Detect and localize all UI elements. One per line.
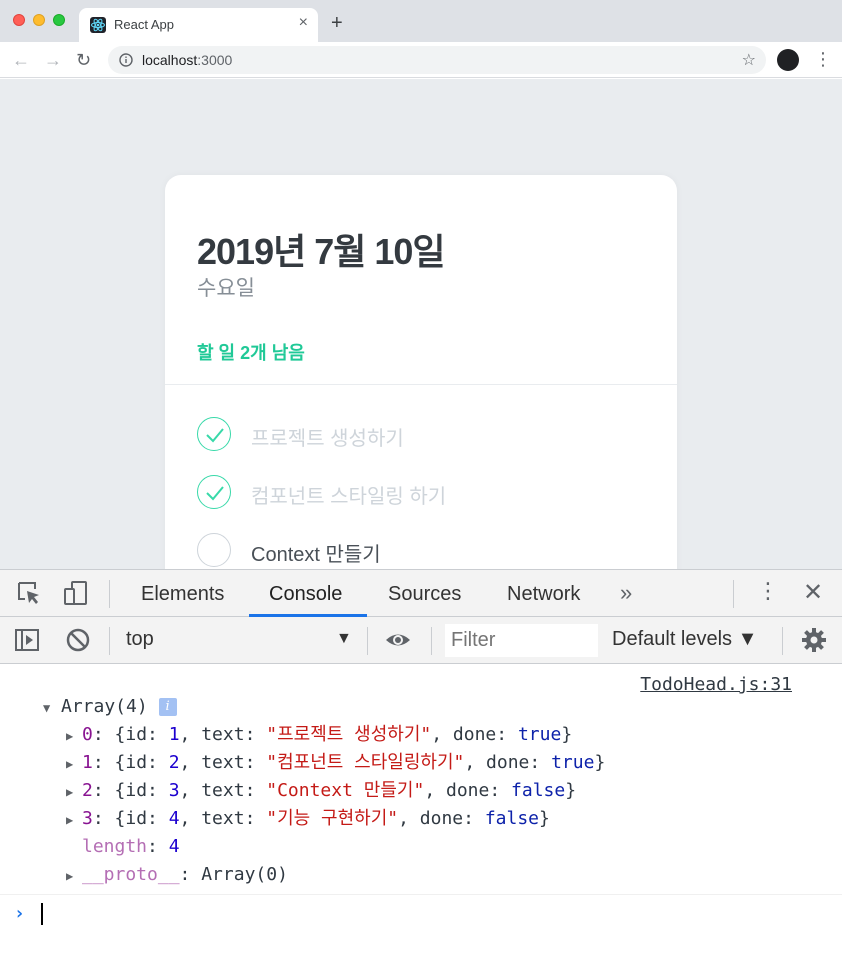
close-devtools-icon[interactable]: ✕ — [803, 578, 823, 607]
tab-close-icon[interactable]: × — [299, 14, 308, 32]
url-input[interactable]: localhost:3000 ☆ — [108, 46, 766, 74]
devtools-panel: Elements Console Sources Network » ⋮ ✕ t… — [0, 569, 842, 967]
new-tab-button[interactable]: + — [331, 12, 343, 34]
console-prompt[interactable]: › — [0, 894, 842, 934]
toolbar-divider — [109, 627, 110, 655]
clear-console-icon[interactable] — [65, 627, 91, 653]
tab-title: React App — [114, 17, 174, 32]
show-sidebar-icon[interactable] — [14, 627, 40, 653]
context-selector[interactable]: top — [126, 628, 154, 651]
tab-network[interactable]: Network — [507, 583, 580, 606]
console-toolbar: top ▼ Default levels ▼ — [0, 617, 842, 664]
address-bar: ← → ↻ localhost:3000 ☆ ⋮ — [0, 42, 842, 78]
toolbar-divider — [367, 627, 368, 655]
collapsed-triangle-icon[interactable]: ▶ — [66, 757, 73, 771]
todo-text: 프로젝트 생성하기 — [251, 428, 404, 450]
gear-icon[interactable] — [801, 627, 827, 653]
todo-item: 컴포넌트 스타일링 하기 — [197, 475, 637, 509]
more-tabs-icon[interactable]: » — [620, 580, 632, 606]
device-toolbar-icon[interactable] — [63, 580, 89, 606]
browser-menu-icon[interactable]: ⋮ — [814, 49, 832, 69]
array-proto[interactable]: __proto__: Array(0) — [82, 864, 288, 886]
expanded-triangle-icon[interactable]: ▼ — [43, 701, 50, 715]
text-caret — [41, 903, 43, 925]
toolbar-divider — [431, 627, 432, 655]
eye-icon[interactable] — [385, 627, 411, 653]
weekday-label: 수요일 — [197, 277, 255, 300]
array-entry[interactable]: 3: {id: 4, text: "기능 구현하기", done: false} — [82, 808, 550, 830]
tab-elements[interactable]: Elements — [141, 583, 224, 606]
forward-icon[interactable]: → — [44, 50, 62, 70]
source-link[interactable]: TodoHead.js:31 — [640, 674, 792, 695]
filter-input[interactable] — [445, 624, 598, 657]
devtools-tab-bar: Elements Console Sources Network » ⋮ ✕ — [0, 570, 842, 617]
site-info-icon[interactable] — [119, 53, 133, 67]
devtools-menu-icon[interactable]: ⋮ — [757, 578, 779, 604]
tasks-left-count: 할 일 2개 남음 — [197, 343, 305, 363]
todo-text: 컴포넌트 스타일링 하기 — [251, 486, 447, 508]
reload-icon[interactable]: ↻ — [76, 50, 91, 70]
collapsed-triangle-icon[interactable]: ▶ — [66, 729, 73, 743]
array-entry[interactable]: 0: {id: 1, text: "프로젝트 생성하기", done: true… — [82, 724, 572, 746]
date-heading: 2019년 7월 10일 — [197, 231, 446, 272]
check-circle-icon[interactable] — [197, 417, 231, 451]
todo-item: 프로젝트 생성하기 — [197, 417, 637, 451]
todo-template: 2019년 7월 10일 수요일 할 일 2개 남음 프로젝트 생성하기 컴포넌… — [165, 175, 677, 569]
chevron-down-icon[interactable]: ▼ — [336, 630, 352, 648]
check-circle-icon[interactable] — [197, 475, 231, 509]
collapsed-triangle-icon[interactable]: ▶ — [66, 785, 73, 799]
back-icon[interactable]: ← — [12, 50, 30, 70]
minimize-window-button[interactable] — [33, 14, 45, 26]
browser-tab-bar: React App × + — [0, 0, 842, 42]
collapsed-triangle-icon[interactable]: ▶ — [66, 813, 73, 827]
empty-circle-icon[interactable] — [197, 533, 231, 567]
todo-item: Context 만들기 — [197, 533, 637, 567]
collapsed-triangle-icon[interactable]: ▶ — [66, 869, 73, 883]
browser-tab[interactable]: React App × — [79, 8, 318, 42]
toolbar-divider — [733, 580, 734, 608]
prompt-chevron-icon: › — [14, 903, 25, 924]
info-icon: i — [158, 698, 177, 716]
array-entry[interactable]: 2: {id: 3, text: "Context 만들기", done: fa… — [82, 780, 576, 802]
bookmark-star-icon[interactable]: ☆ — [742, 50, 756, 70]
page-viewport: 2019년 7월 10일 수요일 할 일 2개 남음 프로젝트 생성하기 컴포넌… — [0, 79, 842, 569]
array-entry[interactable]: 1: {id: 2, text: "컴포넌트 스타일링하기", done: tr… — [82, 752, 605, 774]
url-text: localhost:3000 — [142, 52, 233, 68]
react-favicon-icon — [90, 17, 106, 33]
tab-sources[interactable]: Sources — [388, 583, 461, 606]
tab-console[interactable]: Console — [269, 583, 342, 606]
array-length: length: 4 — [82, 836, 180, 857]
todo-text: Context 만들기 — [251, 544, 381, 566]
close-window-button[interactable] — [13, 14, 25, 26]
array-summary[interactable]: Array(4) i — [61, 696, 177, 718]
extension-icon[interactable] — [777, 49, 799, 71]
todo-head: 2019년 7월 10일 수요일 할 일 2개 남음 — [165, 175, 677, 385]
inspect-element-icon[interactable] — [16, 580, 42, 606]
toolbar-divider — [109, 580, 110, 608]
console-output: TodoHead.js:31 ▼ Array(4) i ▶ 0: {id: 1,… — [0, 664, 842, 968]
log-levels-dropdown[interactable]: Default levels ▼ — [612, 628, 757, 651]
toolbar-divider — [782, 627, 783, 655]
zoom-window-button[interactable] — [53, 14, 65, 26]
